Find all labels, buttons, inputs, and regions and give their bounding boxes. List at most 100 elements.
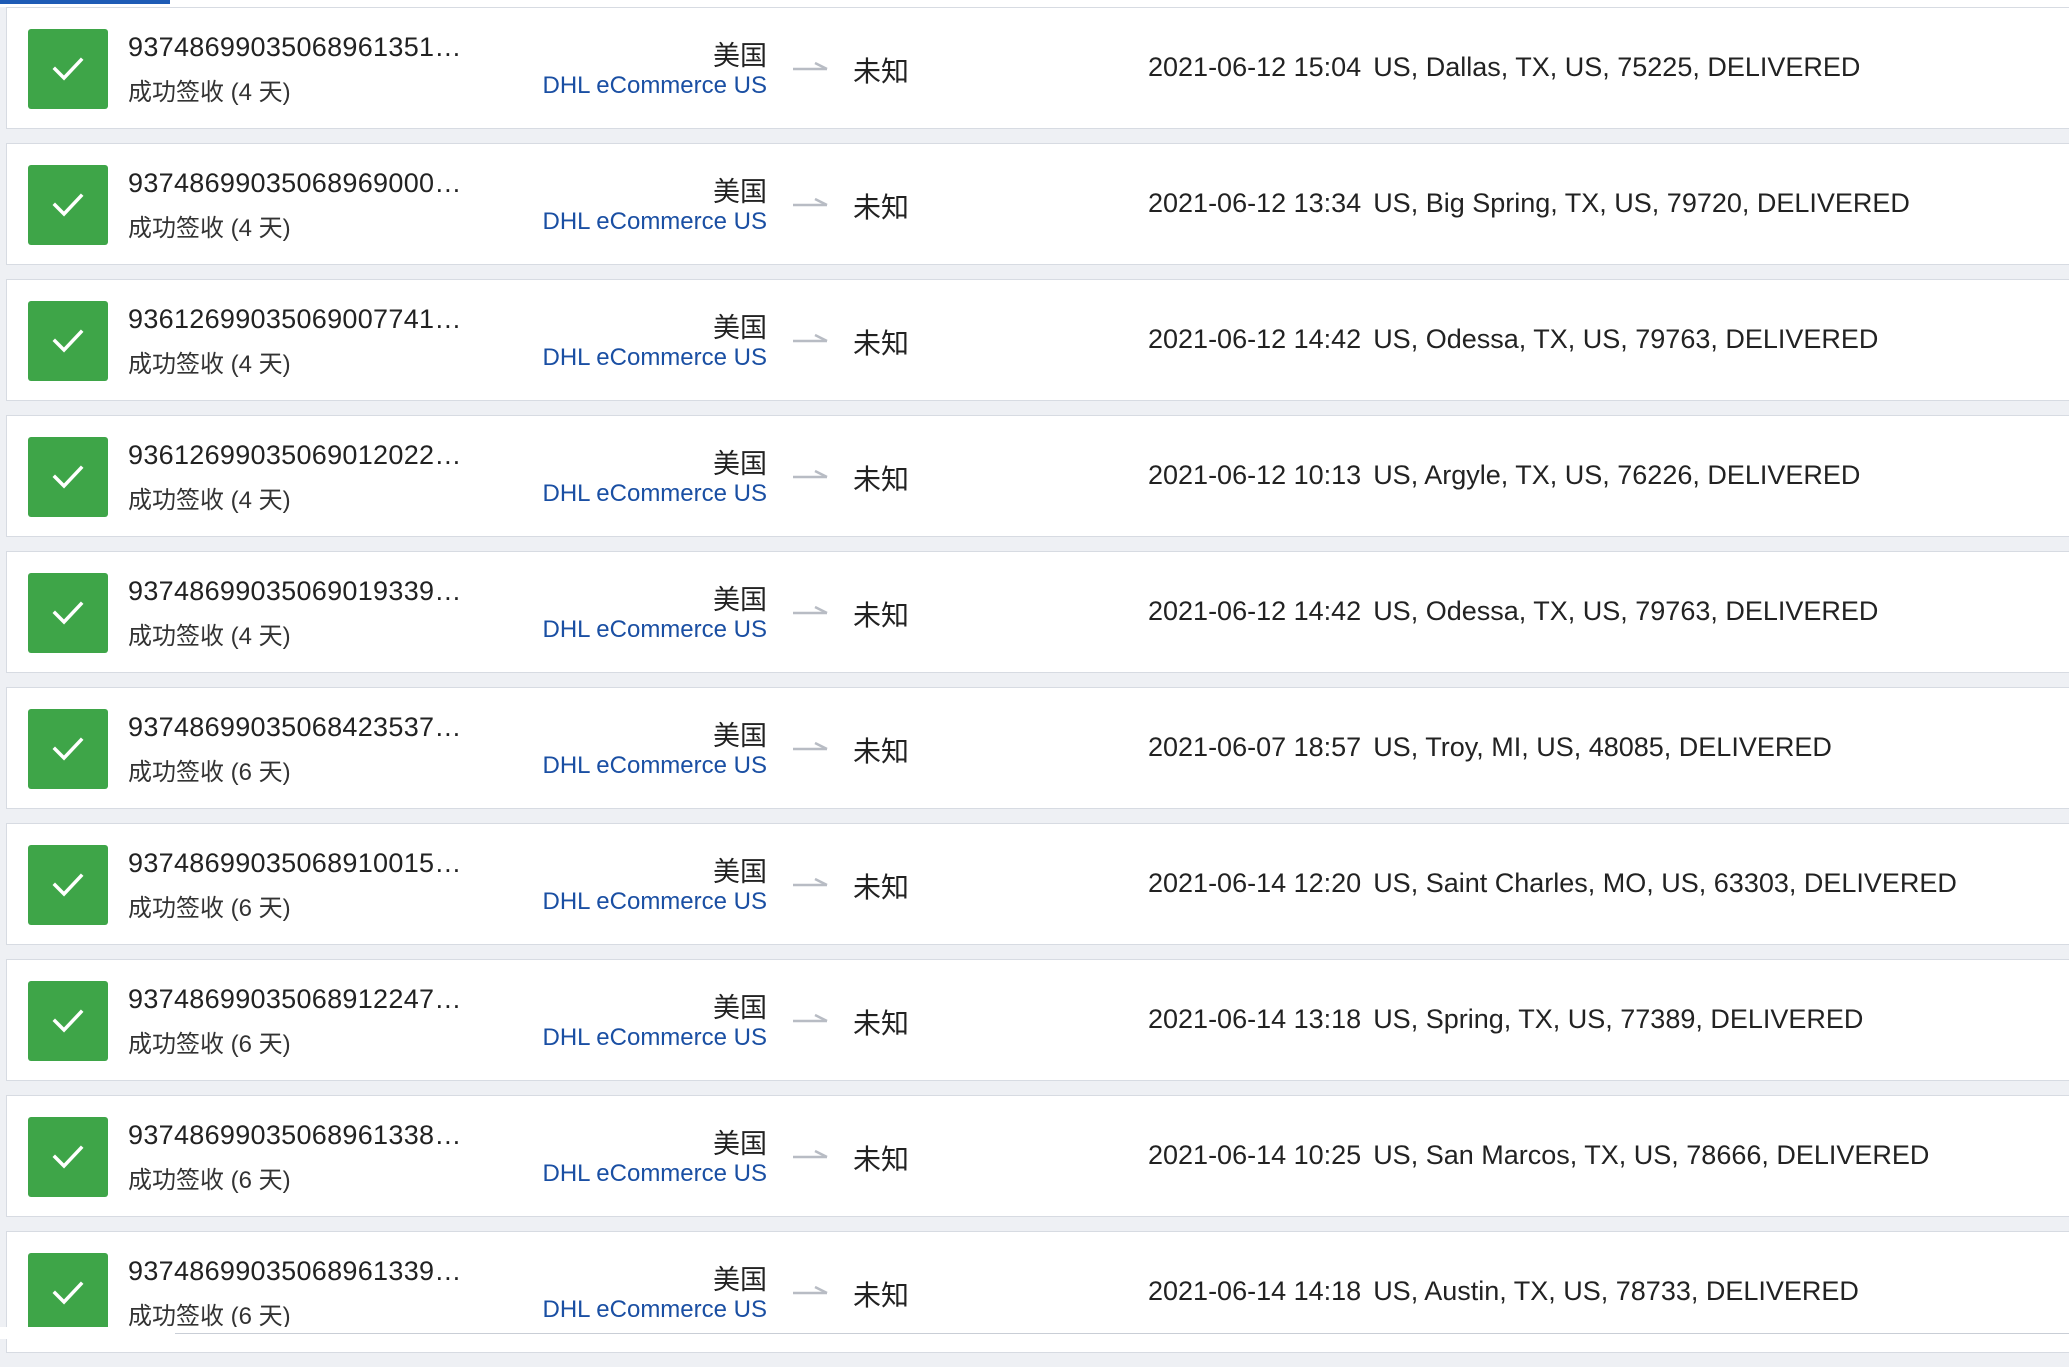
check-icon (52, 193, 84, 217)
origin-country: 美国 (713, 1265, 767, 1295)
destination-country: 未知 (853, 464, 910, 495)
carrier-link[interactable]: DHL eCommerce US (543, 1296, 768, 1324)
destination-country: 未知 (853, 1280, 910, 1311)
carrier-link[interactable]: DHL eCommerce US (543, 752, 768, 780)
tracking-number[interactable]: 93748699035068961351… (128, 32, 462, 63)
tracking-number[interactable]: 93748699035068969000… (128, 168, 462, 199)
destination-country: 未知 (853, 56, 910, 87)
carrier-link[interactable]: DHL eCommerce US (543, 208, 768, 236)
delivery-status: 成功签收 (6 天) (128, 1167, 291, 1194)
delivery-status: 成功签收 (4 天) (128, 351, 291, 378)
latest-event: 2021-06-12 14:42 US, Odessa, TX, US, 7976… (1148, 324, 1878, 355)
event-description: US, Big Spring, TX, US, 79720, DELIVERED (1373, 188, 1910, 218)
destination-country: 未知 (853, 1008, 910, 1039)
arrow-right-icon (793, 61, 828, 71)
arrow-right-icon (793, 1013, 828, 1023)
delivered-status-badge (28, 1253, 108, 1333)
origin-country: 美国 (713, 585, 767, 615)
tracking-number[interactable]: 93612699035069007741… (128, 304, 462, 335)
carrier-link[interactable]: DHL eCommerce US (543, 344, 768, 372)
carrier-link[interactable]: DHL eCommerce US (543, 888, 768, 916)
origin-country: 美国 (713, 721, 767, 751)
delivery-status: 成功签收 (6 天) (128, 895, 291, 922)
shipment-row[interactable]: 93612699035069007741… 成功签收 (4 天) 美国 DHL … (6, 279, 2069, 401)
top-bar (0, 0, 2069, 7)
event-time: 2021-06-12 13:34 (1148, 188, 1362, 218)
tracking-number[interactable]: 93748699035068912247… (128, 984, 462, 1015)
event-description: US, Odessa, TX, US, 79763, DELIVERED (1373, 596, 1879, 626)
active-tab-indicator (0, 0, 170, 4)
carrier-link[interactable]: DHL eCommerce US (543, 616, 768, 644)
arrow-right-icon (793, 1149, 828, 1159)
arrow-right-icon (793, 877, 828, 887)
origin-country: 美国 (713, 1129, 767, 1159)
shipment-row[interactable]: 93612699035069012022… 成功签收 (4 天) 美国 DHL … (6, 415, 2069, 537)
event-time: 2021-06-07 18:57 (1148, 732, 1362, 762)
delivery-status: 成功签收 (6 天) (128, 1031, 291, 1058)
event-time: 2021-06-12 15:04 (1148, 52, 1362, 82)
divider (175, 1333, 2069, 1334)
latest-event: 2021-06-14 14:18 US, Austin, TX, US, 7873… (1148, 1276, 1859, 1307)
event-description: US, Saint Charles, MO, US, 63303, DELIVE… (1373, 868, 1957, 898)
shipment-row[interactable]: 93748699035068961351… 成功签收 (4 天) 美国 DHL … (6, 7, 2069, 129)
check-icon (52, 737, 84, 761)
tracking-number[interactable]: 93748699035068961339… (128, 1256, 462, 1287)
origin-country: 美国 (713, 449, 767, 479)
origin-country: 美国 (713, 857, 767, 887)
check-icon (52, 465, 84, 489)
latest-event: 2021-06-14 13:18 US, Spring, TX, US, 7738… (1148, 1004, 1863, 1035)
tracking-number[interactable]: 93748699035068961338… (128, 1120, 462, 1151)
check-icon (52, 329, 84, 353)
arrow-right-icon (793, 469, 828, 479)
arrow-right-icon (793, 741, 828, 751)
check-icon (52, 873, 84, 897)
shipment-row[interactable]: 93748699035069019339… 成功签收 (4 天) 美国 DHL … (6, 551, 2069, 673)
event-time: 2021-06-14 10:25 (1148, 1140, 1362, 1170)
event-time: 2021-06-14 13:18 (1148, 1004, 1362, 1034)
latest-event: 2021-06-14 10:25 US, San Marcos, TX, US, … (1148, 1140, 1929, 1171)
shipment-row[interactable]: 93748699035068961338… 成功签收 (6 天) 美国 DHL … (6, 1095, 2069, 1217)
event-description: US, Argyle, TX, US, 76226, DELIVERED (1373, 460, 1861, 490)
carrier-link[interactable]: DHL eCommerce US (543, 1024, 768, 1052)
delivered-status-badge (28, 845, 108, 925)
delivered-status-badge (28, 1117, 108, 1197)
tracking-number[interactable]: 93612699035069012022… (128, 440, 462, 471)
origin-country: 美国 (713, 41, 767, 71)
delivered-status-badge (28, 437, 108, 517)
event-description: US, San Marcos, TX, US, 78666, DELIVERED (1373, 1140, 1930, 1170)
tracking-number[interactable]: 93748699035068423537… (128, 712, 462, 743)
origin-country: 美国 (713, 177, 767, 207)
event-description: US, Odessa, TX, US, 79763, DELIVERED (1373, 324, 1879, 354)
origin-country: 美国 (713, 313, 767, 343)
list-bottom-edge (0, 1327, 2069, 1339)
check-icon (52, 1145, 84, 1169)
carrier-link[interactable]: DHL eCommerce US (543, 1160, 768, 1188)
event-description: US, Spring, TX, US, 77389, DELIVERED (1373, 1004, 1864, 1034)
event-time: 2021-06-14 12:20 (1148, 868, 1362, 898)
delivery-status: 成功签收 (4 天) (128, 215, 291, 242)
delivered-status-badge (28, 301, 108, 381)
shipment-row[interactable]: 93748699035068910015… 成功签收 (6 天) 美国 DHL … (6, 823, 2069, 945)
tracking-number[interactable]: 93748699035069019339… (128, 576, 462, 607)
latest-event: 2021-06-12 14:42 US, Odessa, TX, US, 7976… (1148, 596, 1878, 627)
carrier-link[interactable]: DHL eCommerce US (543, 480, 768, 508)
destination-country: 未知 (853, 192, 910, 223)
delivered-status-badge (28, 709, 108, 789)
arrow-right-icon (793, 605, 828, 615)
carrier-link[interactable]: DHL eCommerce US (543, 72, 768, 100)
shipment-row[interactable]: 93748699035068969000… 成功签收 (4 天) 美国 DHL … (6, 143, 2069, 265)
delivery-status: 成功签收 (4 天) (128, 79, 291, 106)
destination-country: 未知 (853, 600, 910, 631)
destination-country: 未知 (853, 736, 910, 767)
event-description: US, Troy, MI, US, 48085, DELIVERED (1373, 732, 1832, 762)
check-icon (52, 601, 84, 625)
delivery-status: 成功签收 (4 天) (128, 623, 291, 650)
delivery-status: 成功签收 (6 天) (128, 1303, 291, 1330)
event-time: 2021-06-14 14:18 (1148, 1276, 1362, 1306)
delivered-status-badge (28, 29, 108, 109)
tracking-number[interactable]: 93748699035068910015… (128, 848, 462, 879)
arrow-right-icon (793, 333, 828, 343)
event-time: 2021-06-12 14:42 (1148, 324, 1362, 354)
shipment-row[interactable]: 93748699035068912247… 成功签收 (6 天) 美国 DHL … (6, 959, 2069, 1081)
shipment-row[interactable]: 93748699035068423537… 成功签收 (6 天) 美国 DHL … (6, 687, 2069, 809)
